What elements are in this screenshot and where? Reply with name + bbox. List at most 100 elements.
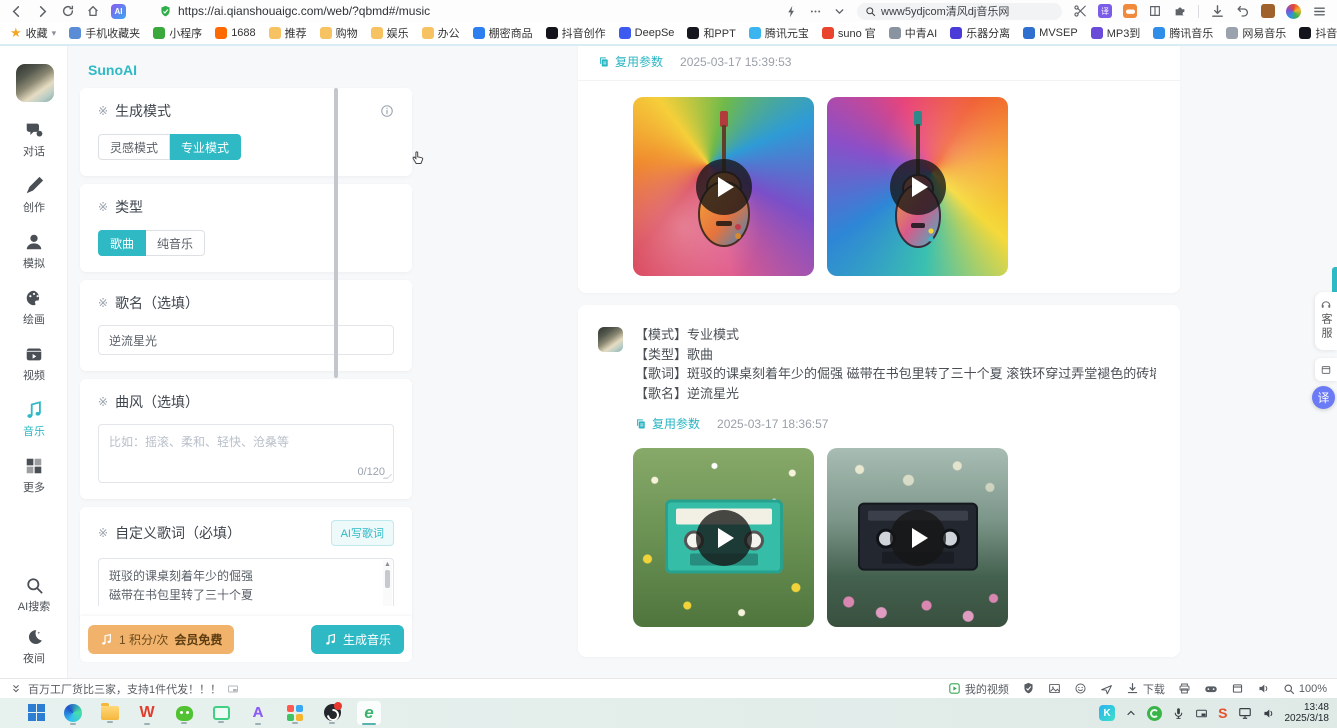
bookmark-item[interactable]: 抖音创作: [546, 25, 606, 41]
url-field[interactable]: https://ai.qianshouaigc.com/web/?qbmd#/m…: [159, 4, 699, 18]
bookmark-item[interactable]: 购物: [320, 25, 358, 41]
album-art-guitar-1[interactable]: [633, 97, 814, 276]
scroll-up-arrow-icon[interactable]: ▲: [383, 560, 392, 569]
screenshot-scissors-icon[interactable]: [1073, 4, 1087, 18]
downloads-icon[interactable]: [1210, 4, 1225, 19]
taskbar-screenshare[interactable]: [209, 701, 233, 723]
panel-scrollbar-thumb[interactable]: [334, 88, 338, 378]
smiley-icon[interactable]: [1074, 682, 1087, 695]
sidebar-item-ai-search[interactable]: AI搜索: [0, 576, 68, 614]
chevron-down-icon[interactable]: [833, 5, 846, 18]
profile-avatar-icon[interactable]: [1286, 4, 1301, 19]
reuse-params-link[interactable]: 复用参数: [598, 53, 663, 70]
bookmark-item[interactable]: 网易音乐: [1226, 25, 1286, 41]
sidebar-item-more[interactable]: 更多: [0, 456, 68, 495]
tray-expand-icon[interactable]: [1125, 707, 1137, 719]
generate-music-button[interactable]: 生成音乐: [311, 625, 404, 654]
taskbar-a-app[interactable]: A: [246, 701, 270, 725]
translate-float-button[interactable]: 译: [1312, 386, 1335, 409]
start-button[interactable]: [24, 701, 48, 721]
gamepad-icon[interactable]: [1204, 682, 1218, 696]
rocket-icon[interactable]: [1100, 682, 1113, 695]
reuse-params-link[interactable]: 复用参数: [635, 415, 700, 432]
bookmark-item[interactable]: 腾讯元宝: [749, 25, 809, 41]
remote-desktop-icon[interactable]: [1195, 707, 1208, 720]
bookmark-item[interactable]: 办公: [422, 25, 460, 41]
double-chevron-down-icon[interactable]: [10, 683, 22, 695]
taskbar-colorgrid-app[interactable]: [283, 701, 307, 724]
tray-green-app-icon[interactable]: [1147, 706, 1162, 721]
bookmark-item[interactable]: ★ 收藏 ▾: [10, 25, 56, 41]
sidebar-item-music[interactable]: 音乐: [0, 400, 68, 439]
home-icon[interactable]: [86, 4, 100, 18]
bookmark-item[interactable]: MP3到: [1091, 25, 1141, 41]
shield-icon[interactable]: [1022, 682, 1035, 695]
sidebar-item-chat[interactable]: 对话: [0, 120, 68, 159]
side-tab-handle[interactable]: [1332, 267, 1337, 295]
bookmark-item[interactable]: 中青AI: [889, 25, 937, 41]
window-icon[interactable]: [1231, 682, 1244, 695]
bookmark-item[interactable]: 腾讯音乐: [1153, 25, 1213, 41]
type-option-song[interactable]: 歌曲: [98, 230, 146, 256]
album-art-cassette-1[interactable]: [633, 448, 814, 627]
forward-icon[interactable]: [35, 4, 50, 19]
refresh-icon[interactable]: [61, 4, 75, 18]
microphone-icon[interactable]: [1172, 707, 1185, 720]
reader-mode-icon[interactable]: [1148, 4, 1162, 18]
bookmark-item[interactable]: 抖音音乐: [1299, 25, 1337, 41]
sidebar-item-create[interactable]: 创作: [0, 176, 68, 215]
scrollbar-thumb[interactable]: [385, 570, 390, 588]
my-videos-button[interactable]: 我的视频: [948, 681, 1009, 697]
bookmark-item[interactable]: suno 官: [822, 25, 876, 41]
taskbar-explorer[interactable]: [98, 701, 122, 723]
sidebar-item-simulate[interactable]: 模拟: [0, 232, 68, 271]
credit-cost-button[interactable]: 1 积分/次 会员免费: [88, 625, 234, 654]
album-art-cassette-2[interactable]: [827, 448, 1008, 627]
bookmark-item[interactable]: 1688: [215, 27, 255, 39]
ai-write-lyrics-button[interactable]: AI写歌词: [331, 520, 394, 546]
game-extension-icon[interactable]: [1123, 4, 1137, 18]
speaker-icon[interactable]: [1257, 682, 1270, 695]
bookmark-item[interactable]: DeepSe: [619, 27, 675, 39]
lightning-icon[interactable]: [785, 5, 798, 18]
play-button[interactable]: [696, 159, 752, 215]
info-icon[interactable]: [380, 104, 394, 118]
taskbar-wps[interactable]: W: [135, 701, 159, 725]
customer-service-button[interactable]: 客服: [1315, 292, 1337, 350]
tray-k-app-icon[interactable]: K: [1099, 705, 1115, 721]
browser-search-box[interactable]: www5ydjcom清风dj音乐网: [857, 3, 1062, 20]
browser-search-value[interactable]: www5ydjcom清风dj音乐网: [881, 3, 1009, 19]
bookmark-item[interactable]: 手机收藏夹: [69, 25, 140, 41]
workspace-icon[interactable]: [1261, 4, 1275, 18]
more-dots-icon[interactable]: [809, 5, 822, 18]
song-name-input[interactable]: [98, 325, 394, 355]
bookmark-item[interactable]: 娱乐: [371, 25, 409, 41]
sidebar-item-paint[interactable]: 绘画: [0, 288, 68, 327]
printer-icon[interactable]: [1178, 682, 1191, 695]
back-icon[interactable]: [9, 4, 24, 19]
url-text[interactable]: https://ai.qianshouaigc.com/web/?qbmd#/m…: [178, 4, 430, 18]
extensions-puzzle-icon[interactable]: [1173, 4, 1187, 18]
translate-extension-icon[interactable]: 译: [1098, 4, 1112, 18]
image-icon[interactable]: [1048, 682, 1061, 695]
type-option-instrumental[interactable]: 纯音乐: [146, 230, 205, 256]
taskbar-obs[interactable]: [320, 701, 344, 724]
menu-icon[interactable]: [1312, 4, 1327, 19]
lyrics-scrollbar[interactable]: ▲: [383, 560, 392, 606]
taskbar-browser-active[interactable]: e: [357, 701, 381, 725]
undo-icon[interactable]: [1236, 4, 1250, 18]
bookmark-item[interactable]: 乐器分离: [950, 25, 1010, 41]
mini-window-button[interactable]: [1315, 358, 1337, 381]
mode-option-professional[interactable]: 专业模式: [170, 134, 241, 160]
bookmark-item[interactable]: 棚密商品: [473, 25, 533, 41]
volume-icon[interactable]: [1262, 707, 1275, 720]
lyrics-textarea[interactable]: 斑驳的课桌刻着年少的倔强 磁带在书包里转了三十个夏 滚铁环穿过弄堂褪色的砖墙: [99, 559, 393, 606]
download-button[interactable]: 下载: [1126, 681, 1165, 697]
mode-option-inspiration[interactable]: 灵感模式: [98, 134, 170, 160]
network-monitor-icon[interactable]: [1238, 706, 1252, 720]
bookmark-item[interactable]: 和PPT: [687, 25, 735, 41]
play-button[interactable]: [696, 510, 752, 566]
taskbar-clock[interactable]: 13:48 2025/3/18: [1285, 702, 1330, 724]
sidebar-item-night-mode[interactable]: 夜间: [0, 628, 68, 666]
bookmark-item[interactable]: 小程序: [153, 25, 202, 41]
